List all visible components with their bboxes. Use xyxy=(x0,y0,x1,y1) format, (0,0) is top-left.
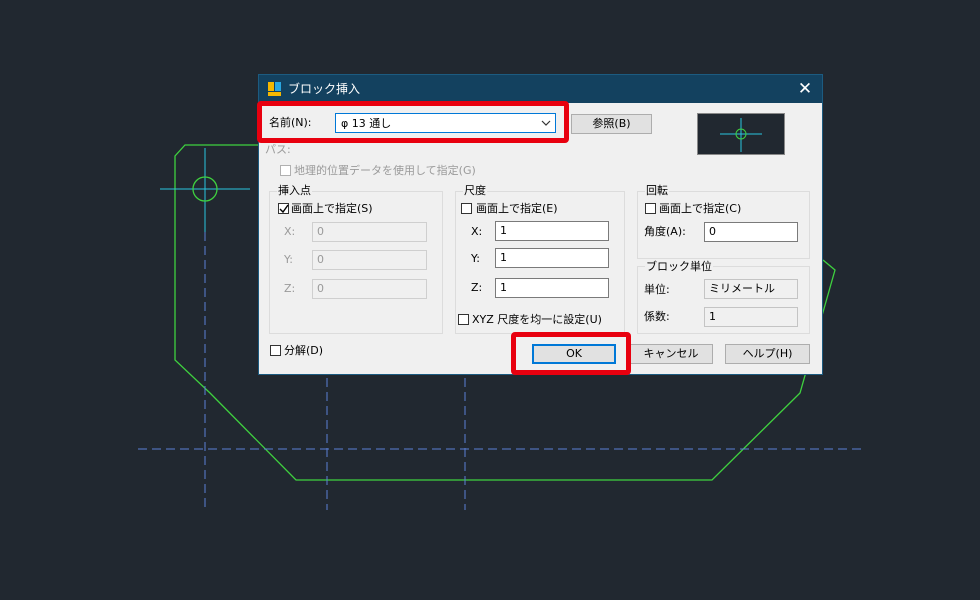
preview-crosshair-icon xyxy=(720,118,762,152)
scale-onscreen-label: 画面上で指定(E) xyxy=(476,202,558,215)
insertion-title: 挿入点 xyxy=(277,184,312,198)
browse-button-label: 参照(B) xyxy=(592,117,631,130)
ok-highlight-box xyxy=(511,332,631,375)
insertion-y-field[interactable]: 0 xyxy=(312,250,427,270)
insertion-x-label: X: xyxy=(284,225,296,238)
close-button[interactable]: ✕ xyxy=(788,75,822,103)
scale-onscreen-checkbox[interactable] xyxy=(461,203,472,214)
unit-label: 単位: xyxy=(644,283,670,296)
scale-x-field[interactable]: 1 xyxy=(495,221,609,241)
block-preview xyxy=(697,113,785,155)
scale-title: 尺度 xyxy=(463,184,487,198)
help-button[interactable]: ヘルプ(H) xyxy=(725,344,810,364)
angle-label: 角度(A): xyxy=(644,225,686,238)
path-label: パス: xyxy=(265,143,291,156)
insertion-y-label: Y: xyxy=(284,253,293,266)
help-button-label: ヘルプ(H) xyxy=(742,347,793,360)
insertion-onscreen-checkbox[interactable] xyxy=(278,203,289,214)
rotation-title: 回転 xyxy=(645,184,669,198)
scale-y-label: Y: xyxy=(471,252,480,265)
insertion-x-field[interactable]: 0 xyxy=(312,222,427,242)
block-units-title: ブロック単位 xyxy=(645,260,713,274)
uniform-scale-checkbox[interactable] xyxy=(458,314,469,325)
explode-label: 分解(D) xyxy=(284,344,324,357)
browse-button[interactable]: 参照(B) xyxy=(571,114,652,134)
insertion-z-label: Z: xyxy=(284,282,296,295)
scale-x-label: X: xyxy=(471,225,483,238)
name-highlight-box xyxy=(257,101,569,143)
cancel-button-label: キャンセル xyxy=(643,347,699,360)
close-icon: ✕ xyxy=(797,79,813,99)
scale-z-label: Z: xyxy=(471,281,483,294)
dialog-title: ブロック挿入 xyxy=(288,82,361,96)
factor-value: 1 xyxy=(704,307,798,327)
dialog-titlebar[interactable]: ブロック挿入 ✕ xyxy=(259,75,822,103)
insertion-z-field[interactable]: 0 xyxy=(312,279,427,299)
geo-label: 地理的位置データを使用して指定(G) xyxy=(294,164,476,177)
uniform-scale-label: XYZ 尺度を均一に設定(U) xyxy=(472,313,602,326)
insertion-onscreen-label: 画面上で指定(S) xyxy=(291,202,373,215)
scale-y-field[interactable]: 1 xyxy=(495,248,609,268)
rotation-onscreen-label: 画面上で指定(C) xyxy=(659,202,742,215)
unit-value: ミリメートル xyxy=(704,279,798,299)
block-app-icon xyxy=(268,82,281,96)
drawing-outline xyxy=(175,145,258,150)
scale-z-field[interactable]: 1 xyxy=(495,278,609,298)
explode-checkbox[interactable] xyxy=(270,345,281,356)
factor-label: 係数: xyxy=(644,310,670,323)
cancel-button[interactable]: キャンセル xyxy=(629,344,713,364)
angle-field[interactable]: 0 xyxy=(704,222,798,242)
rotation-onscreen-checkbox[interactable] xyxy=(645,203,656,214)
geo-checkbox[interactable] xyxy=(280,165,291,176)
